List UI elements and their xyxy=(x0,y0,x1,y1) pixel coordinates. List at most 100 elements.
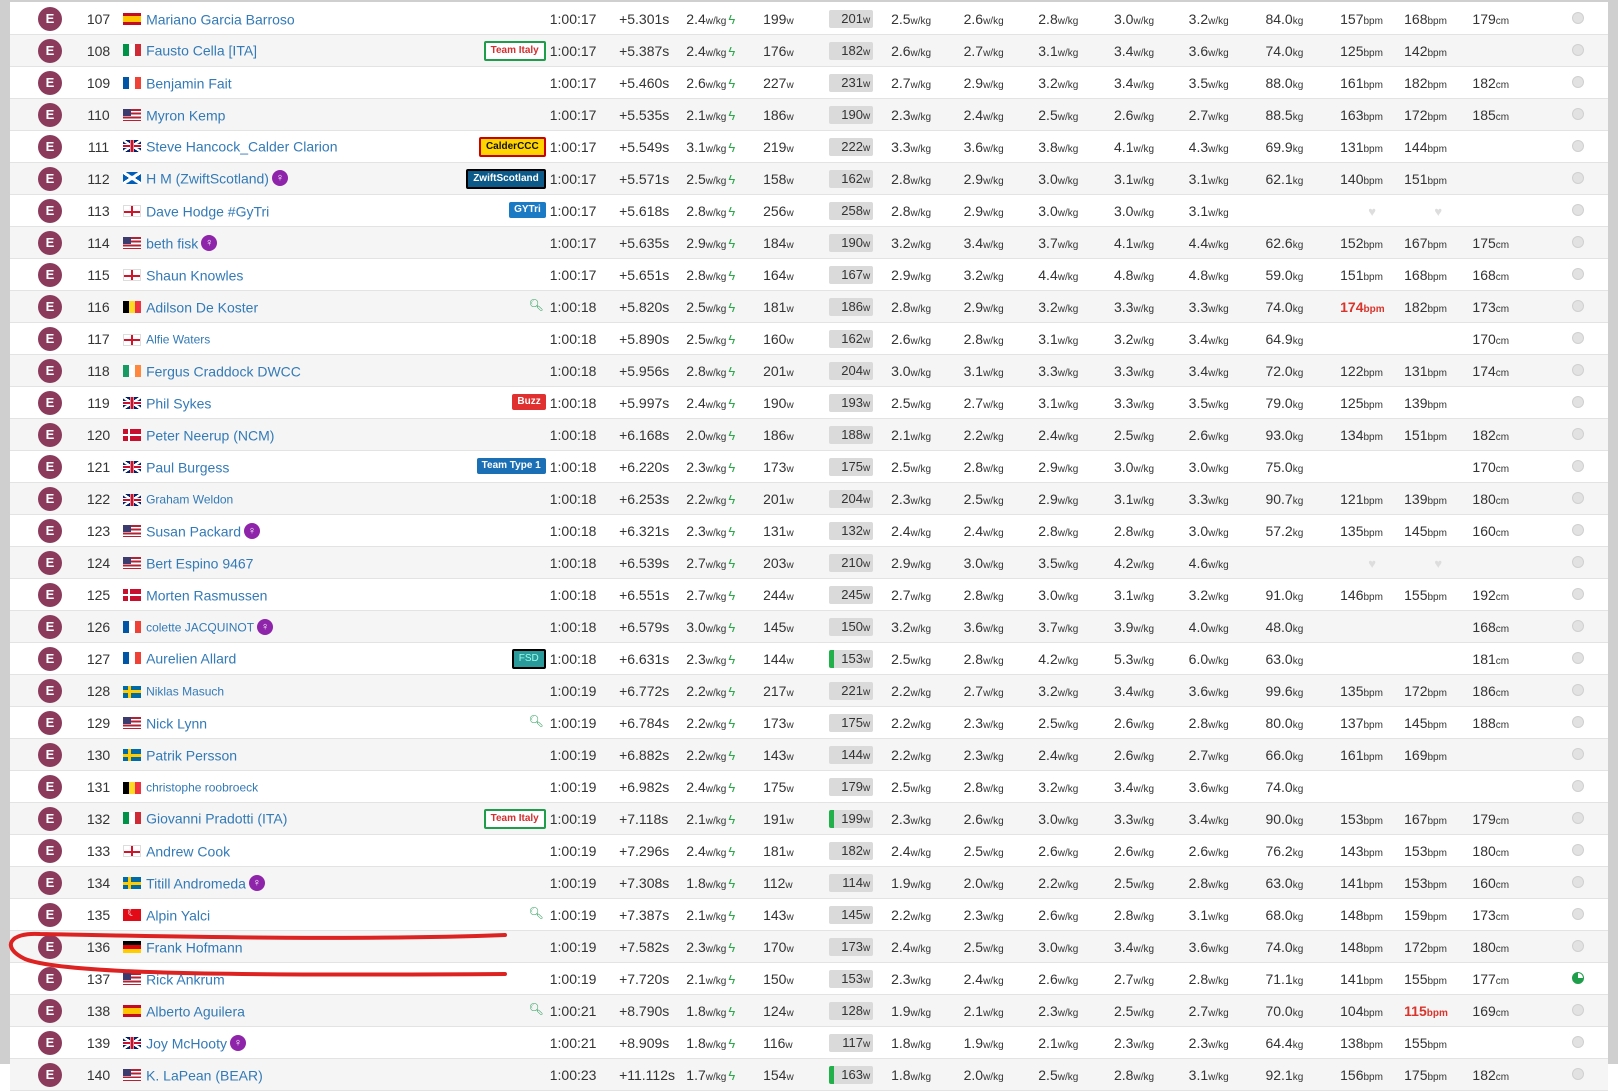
team-badge[interactable]: Buzz xyxy=(512,393,546,410)
pie-chart-icon[interactable] xyxy=(1571,1035,1584,1048)
rider-name-link[interactable]: christophe roobroeck xyxy=(146,781,258,795)
team-badge[interactable]: Team Italy xyxy=(483,808,546,829)
rider-name-link[interactable]: Benjamin Fait xyxy=(146,75,232,91)
table-row[interactable]: E 125 Morten Rasmussen 1:00:18 +6.551s 2.7w/k… xyxy=(10,578,1608,611)
rider-name-link[interactable]: K. LaPean (BEAR) xyxy=(146,1067,263,1083)
pie-chart-icon[interactable] xyxy=(1571,235,1584,248)
search-icon[interactable]: 🔍︎ xyxy=(529,714,544,728)
team-badge[interactable]: GYTri xyxy=(509,201,546,218)
pie-chart-icon[interactable] xyxy=(1571,75,1584,88)
table-row[interactable]: E 121 Paul Burgess Team Type 1 1:00:18 +6.220… xyxy=(10,450,1608,483)
table-row[interactable]: E 123 Susan Packard ♀ 1:00:18 +6.321s 2.3w/kg ϟ… xyxy=(10,514,1608,547)
table-row[interactable]: E 110 Myron Kemp 1:00:17 +5.535s 2.1w/kg ϟ 186w… xyxy=(10,98,1608,131)
table-row[interactable]: E 132 Giovanni Pradotti (ITA) Team Italy 1:0… xyxy=(10,802,1608,835)
pie-chart-icon[interactable] xyxy=(1571,331,1584,344)
rider-name-link[interactable]: Susan Packard xyxy=(146,523,241,539)
pie-chart-icon[interactable] xyxy=(1571,427,1584,440)
table-row[interactable]: E 124 Bert Espino 9467 1:00:18 +6.539s 2.7w/k… xyxy=(10,546,1608,579)
pie-chart-icon[interactable] xyxy=(1571,203,1584,216)
pie-chart-icon[interactable] xyxy=(1571,491,1584,504)
rider-name-link[interactable]: Niklas Masuch xyxy=(146,685,224,699)
pie-chart-icon[interactable] xyxy=(1571,843,1584,856)
table-row[interactable]: E 126 colette JACQUINOT ♀ 1:00:18 +6.579s 3.0w… xyxy=(10,610,1608,643)
table-row[interactable]: E 134 Titill Andromeda ♀ 1:00:19 +7.308s 1.8w/… xyxy=(10,866,1608,899)
rider-name-link[interactable]: colette JACQUINOT xyxy=(146,620,254,634)
table-row[interactable]: E 116 Adilson De Koster 🔍︎ 1:00:18 +5.820s 2.5… xyxy=(10,290,1608,323)
pie-chart-icon[interactable] xyxy=(1571,363,1584,376)
team-badge[interactable]: Team Italy xyxy=(483,40,546,61)
table-row[interactable]: E 113 Dave Hodge #GyTri GYTri 1:00:17 +5.618s… xyxy=(10,194,1608,227)
pie-chart-icon[interactable] xyxy=(1571,971,1584,984)
rider-name-link[interactable]: Titill Andromeda xyxy=(146,875,246,891)
rider-name-link[interactable]: Graham Weldon xyxy=(146,493,233,507)
table-row[interactable]: E 112 H M (ZwiftScotland) ♀ ZwiftScotland 1:0… xyxy=(10,162,1608,195)
rider-name-link[interactable]: Fergus Craddock DWCC xyxy=(146,363,301,379)
rider-name-link[interactable]: Morten Rasmussen xyxy=(146,587,267,603)
pie-chart-icon[interactable] xyxy=(1571,715,1584,728)
rider-name-link[interactable]: Patrik Persson xyxy=(146,747,237,763)
table-row[interactable]: E 115 Shaun Knowles 1:00:17 +5.651s 2.8w/kg ϟ 1… xyxy=(10,258,1608,291)
pie-chart-icon[interactable] xyxy=(1571,939,1584,952)
rider-name-link[interactable]: Mariano Garcia Barroso xyxy=(146,11,295,27)
table-row[interactable]: E 130 Patrik Persson 1:00:19 +6.882s 2.2w/kg ϟ… xyxy=(10,738,1608,771)
pie-chart-icon[interactable] xyxy=(1571,459,1584,472)
pie-chart-icon[interactable] xyxy=(1571,779,1584,792)
table-row[interactable]: E 128 Niklas Masuch 1:00:19 +6.772s 2.2w/kg ϟ 2… xyxy=(10,674,1608,707)
pie-chart-icon[interactable] xyxy=(1571,139,1584,152)
table-row[interactable]: E 129 Nick Lynn 🔍︎ 1:00:19 +6.784s 2.2w/kg ϟ 173… xyxy=(10,706,1608,739)
rider-name-link[interactable]: Joy McHooty xyxy=(146,1035,227,1051)
pie-chart-icon[interactable] xyxy=(1571,907,1584,920)
table-row[interactable]: E 133 Andrew Cook 1:00:19 +7.296s 2.4w/kg ϟ 181… xyxy=(10,834,1608,867)
table-row[interactable]: E 140 K. LaPean (BEAR) 1:00:23 +11.112s 1.7w/… xyxy=(10,1058,1608,1091)
rider-name-link[interactable]: Bert Espino 9467 xyxy=(146,555,253,571)
pie-chart-icon[interactable] xyxy=(1571,747,1584,760)
pie-chart-icon[interactable] xyxy=(1571,523,1584,536)
rider-name-link[interactable]: Fausto Cella [ITA] xyxy=(146,42,257,58)
pie-chart-icon[interactable] xyxy=(1571,171,1584,184)
pie-chart-icon[interactable] xyxy=(1571,43,1584,56)
table-row[interactable]: E 114 beth fisk ♀ 1:00:17 +5.635s 2.9w/kg ϟ 184w… xyxy=(10,226,1608,259)
team-badge[interactable]: FSD xyxy=(511,648,546,669)
rider-name-link[interactable]: Myron Kemp xyxy=(146,107,225,123)
rider-name-link[interactable]: Frank Hofmann xyxy=(146,939,242,955)
team-badge[interactable]: Team Type 1 xyxy=(476,457,546,474)
pie-chart-icon[interactable] xyxy=(1571,683,1584,696)
table-row[interactable]: E 137 Rick Ankrum 1:00:19 +7.720s 2.1w/kg ϟ 150… xyxy=(10,962,1608,995)
team-badge[interactable]: ZwiftScotland xyxy=(466,168,546,189)
pie-chart-icon[interactable] xyxy=(1571,587,1584,600)
search-icon[interactable]: 🔍︎ xyxy=(529,906,544,920)
table-row[interactable]: E 109 Benjamin Fait 1:00:17 +5.460s 2.6w/kg ϟ 2… xyxy=(10,66,1608,99)
table-row[interactable]: E 136 Frank Hofmann 1:00:19 +7.582s 2.3w/kg ϟ 1… xyxy=(10,930,1608,963)
table-row[interactable]: E 119 Phil Sykes Buzz 1:00:18 +5.997s 2.4w/kg ϟ… xyxy=(10,386,1608,419)
pie-chart-icon[interactable] xyxy=(1571,267,1584,280)
table-row[interactable]: E 120 Peter Neerup (NCM) 1:00:18 +6.168s 2.0w… xyxy=(10,418,1608,451)
rider-name-link[interactable]: Dave Hodge #GyTri xyxy=(146,203,269,219)
pie-chart-icon[interactable] xyxy=(1571,11,1584,24)
pie-chart-icon[interactable] xyxy=(1571,555,1584,568)
rider-name-link[interactable]: Shaun Knowles xyxy=(146,267,243,283)
search-icon[interactable]: 🔍︎ xyxy=(529,1002,544,1016)
rider-name-link[interactable]: Andrew Cook xyxy=(146,843,230,859)
rider-name-link[interactable]: Phil Sykes xyxy=(146,395,211,411)
table-row[interactable]: E 108 Fausto Cella [ITA] Team Italy 1:00:17 +… xyxy=(10,34,1608,67)
rider-name-link[interactable]: Paul Burgess xyxy=(146,459,229,475)
table-row[interactable]: E 139 Joy McHooty ♀ 1:00:21 +8.909s 1.8w/kg ϟ 11… xyxy=(10,1026,1608,1059)
pie-chart-icon[interactable] xyxy=(1571,875,1584,888)
table-row[interactable]: E 111 Steve Hancock_Calder Clarion CalderCC… xyxy=(10,130,1608,163)
rider-name-link[interactable]: Alberto Aguilera xyxy=(146,1003,245,1019)
pie-chart-icon[interactable] xyxy=(1571,395,1584,408)
rider-name-link[interactable]: Aurelien Allard xyxy=(146,650,236,666)
rider-name-link[interactable]: Alpin Yalci xyxy=(146,907,210,923)
pie-chart-icon[interactable] xyxy=(1571,107,1584,120)
table-row[interactable]: E 127 Aurelien Allard FSD 1:00:18 +6.631s 2.3w… xyxy=(10,642,1608,675)
pie-chart-icon[interactable] xyxy=(1571,1067,1584,1080)
table-row[interactable]: E 117 Alfie Waters 1:00:18 +5.890s 2.5w/kg ϟ 16… xyxy=(10,322,1608,355)
table-row[interactable]: E 131 christophe roobroeck 1:00:19 +6.982s 2.… xyxy=(10,770,1608,803)
table-row[interactable]: E 107 Mariano Garcia Barroso 1:00:17 +5.301s… xyxy=(10,3,1608,35)
table-row[interactable]: E135Alpin Yalci🔍︎1:00:19+7.387s2.1w/kgϟ1… xyxy=(10,898,1608,931)
pie-chart-icon[interactable] xyxy=(1571,1003,1584,1016)
rider-name-link[interactable]: Peter Neerup (NCM) xyxy=(146,427,274,443)
rider-name-link[interactable]: Giovanni Pradotti (ITA) xyxy=(146,810,287,826)
rider-name-link[interactable]: Rick Ankrum xyxy=(146,971,225,987)
rider-name-link[interactable]: Alfie Waters xyxy=(146,333,210,347)
